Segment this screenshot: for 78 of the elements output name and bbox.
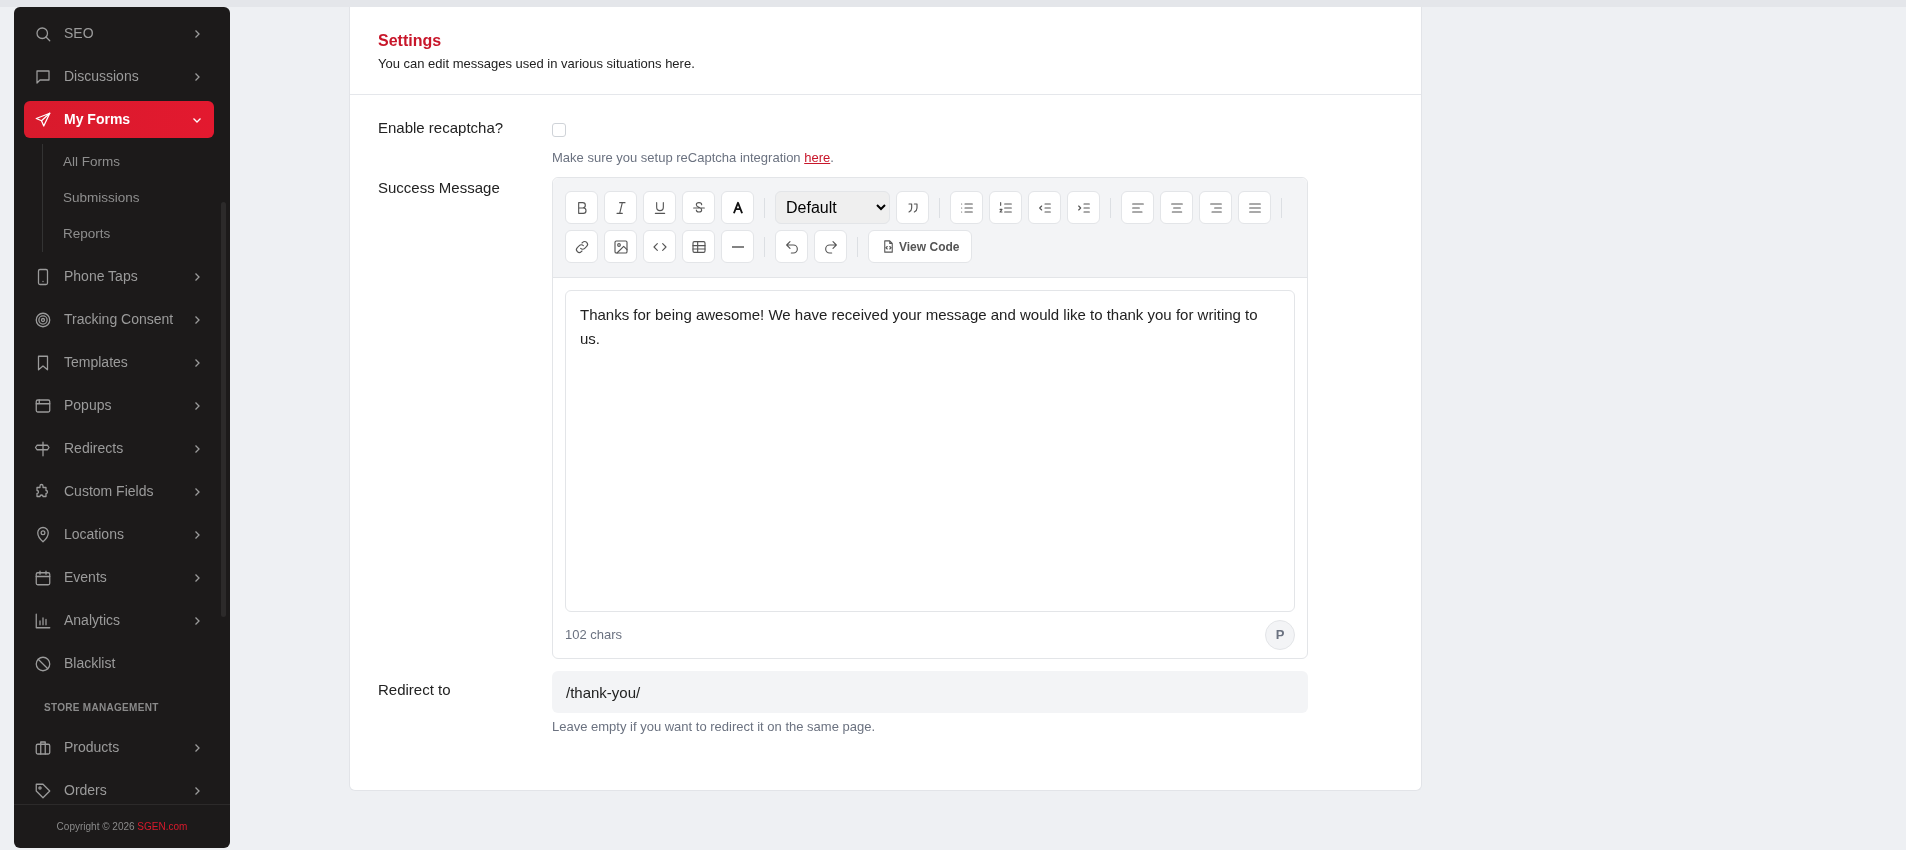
briefcase-icon	[34, 738, 52, 757]
redirect-input[interactable]: /thank-you/	[552, 671, 1308, 713]
sidebar-item[interactable]: Locations	[24, 516, 214, 553]
undo-icon	[783, 238, 800, 255]
undo-button[interactable]	[775, 230, 808, 263]
sidebar-item[interactable]: Templates	[24, 344, 214, 381]
send-icon	[34, 110, 52, 129]
editor-content[interactable]: Thanks for being awesome! We have received your message and would like to thank you for writing to us.	[565, 290, 1295, 612]
align-center-button[interactable]	[1160, 191, 1193, 224]
field-label: Enable recaptcha?	[378, 118, 504, 136]
sidebar-item[interactable]: Popups	[24, 387, 214, 424]
horizontal-rule-icon	[731, 245, 744, 248]
search-icon	[34, 24, 52, 43]
sidebar-item[interactable]: SEO	[24, 15, 214, 52]
bold-button[interactable]	[565, 191, 598, 224]
field-hint: Make sure you setup reCaptcha integration here.	[552, 148, 835, 167]
calendar-icon	[34, 568, 52, 587]
section-title: Settings	[378, 31, 443, 51]
italic-button[interactable]	[604, 191, 637, 224]
location-pin-icon	[34, 525, 52, 544]
sidebar-item[interactable]: Events	[24, 559, 214, 596]
text-color-icon	[730, 200, 745, 215]
redo-button[interactable]	[814, 230, 847, 263]
numbered-list-button[interactable]	[989, 191, 1022, 224]
section-heading: STORE MANAGEMENT	[43, 701, 159, 715]
bullet-list-button[interactable]	[950, 191, 983, 224]
avatar[interactable]: P	[1265, 620, 1295, 650]
recaptcha-checkbox[interactable]	[552, 122, 566, 137]
sidebar-item[interactable]: Redirects	[24, 430, 214, 467]
link-icon	[573, 238, 590, 255]
chat-icon	[34, 67, 52, 86]
sidebar-item[interactable]: Tracking Consent	[24, 301, 214, 338]
align-right-button[interactable]	[1199, 191, 1232, 224]
sidebar-item[interactable]: Orders	[24, 772, 214, 804]
submenu-item[interactable]: Submissions	[63, 180, 214, 216]
outdent-button[interactable]	[1028, 191, 1061, 224]
align-left-button[interactable]	[1121, 191, 1154, 224]
file-code-icon	[881, 239, 896, 254]
sidebar-item[interactable]: Analytics	[24, 602, 214, 639]
image-button[interactable]	[604, 230, 637, 263]
ban-icon	[34, 654, 52, 673]
window-icon	[34, 396, 52, 415]
character-count: 102 chars	[565, 626, 623, 645]
submenu-item[interactable]: Reports	[63, 216, 214, 252]
copyright-link[interactable]: SGEN.com	[137, 821, 188, 832]
target-icon	[34, 310, 52, 329]
horizontal-rule-button[interactable]	[721, 230, 754, 263]
sidebar-item[interactable]: Phone Taps	[24, 258, 214, 295]
tag-icon	[34, 781, 52, 800]
sidebar-item[interactable]: My Forms	[24, 101, 214, 138]
text-color-button[interactable]	[721, 191, 754, 224]
numbered-list-icon	[997, 199, 1014, 216]
table-icon	[690, 238, 707, 255]
signpost-icon	[34, 439, 52, 458]
redo-icon	[822, 238, 839, 255]
view-code-button[interactable]: View Code	[868, 230, 973, 263]
field-hint: Leave empty if you want to redirect it on the same page.	[552, 718, 876, 736]
copyright-text: Copyright © 2026 SGEN.com	[56, 820, 188, 834]
code-button[interactable]	[643, 230, 676, 263]
field-label: Success Message	[378, 179, 500, 196]
link-button[interactable]	[565, 230, 598, 263]
strikethrough-button[interactable]	[682, 191, 715, 224]
sidebar-item[interactable]: Custom Fields	[24, 473, 214, 510]
quote-button[interactable]	[896, 191, 929, 224]
table-button[interactable]	[682, 230, 715, 263]
font-select[interactable]: Default	[775, 191, 890, 224]
bar-chart-icon	[34, 611, 52, 630]
justify-button[interactable]	[1238, 191, 1271, 224]
image-icon	[612, 238, 629, 255]
underline-button[interactable]	[643, 191, 676, 224]
submenu-item[interactable]: All Forms	[63, 144, 214, 180]
strikethrough-icon	[690, 199, 707, 216]
section-subtitle: You can edit messages used in various situations here.	[378, 55, 696, 73]
sidebar-item[interactable]: Discussions	[24, 58, 214, 95]
sidebar-item[interactable]: Products	[24, 729, 214, 766]
indent-button[interactable]	[1067, 191, 1100, 224]
sidebar-item[interactable]: Blacklist	[24, 645, 214, 682]
field-label: Redirect to	[378, 681, 451, 698]
